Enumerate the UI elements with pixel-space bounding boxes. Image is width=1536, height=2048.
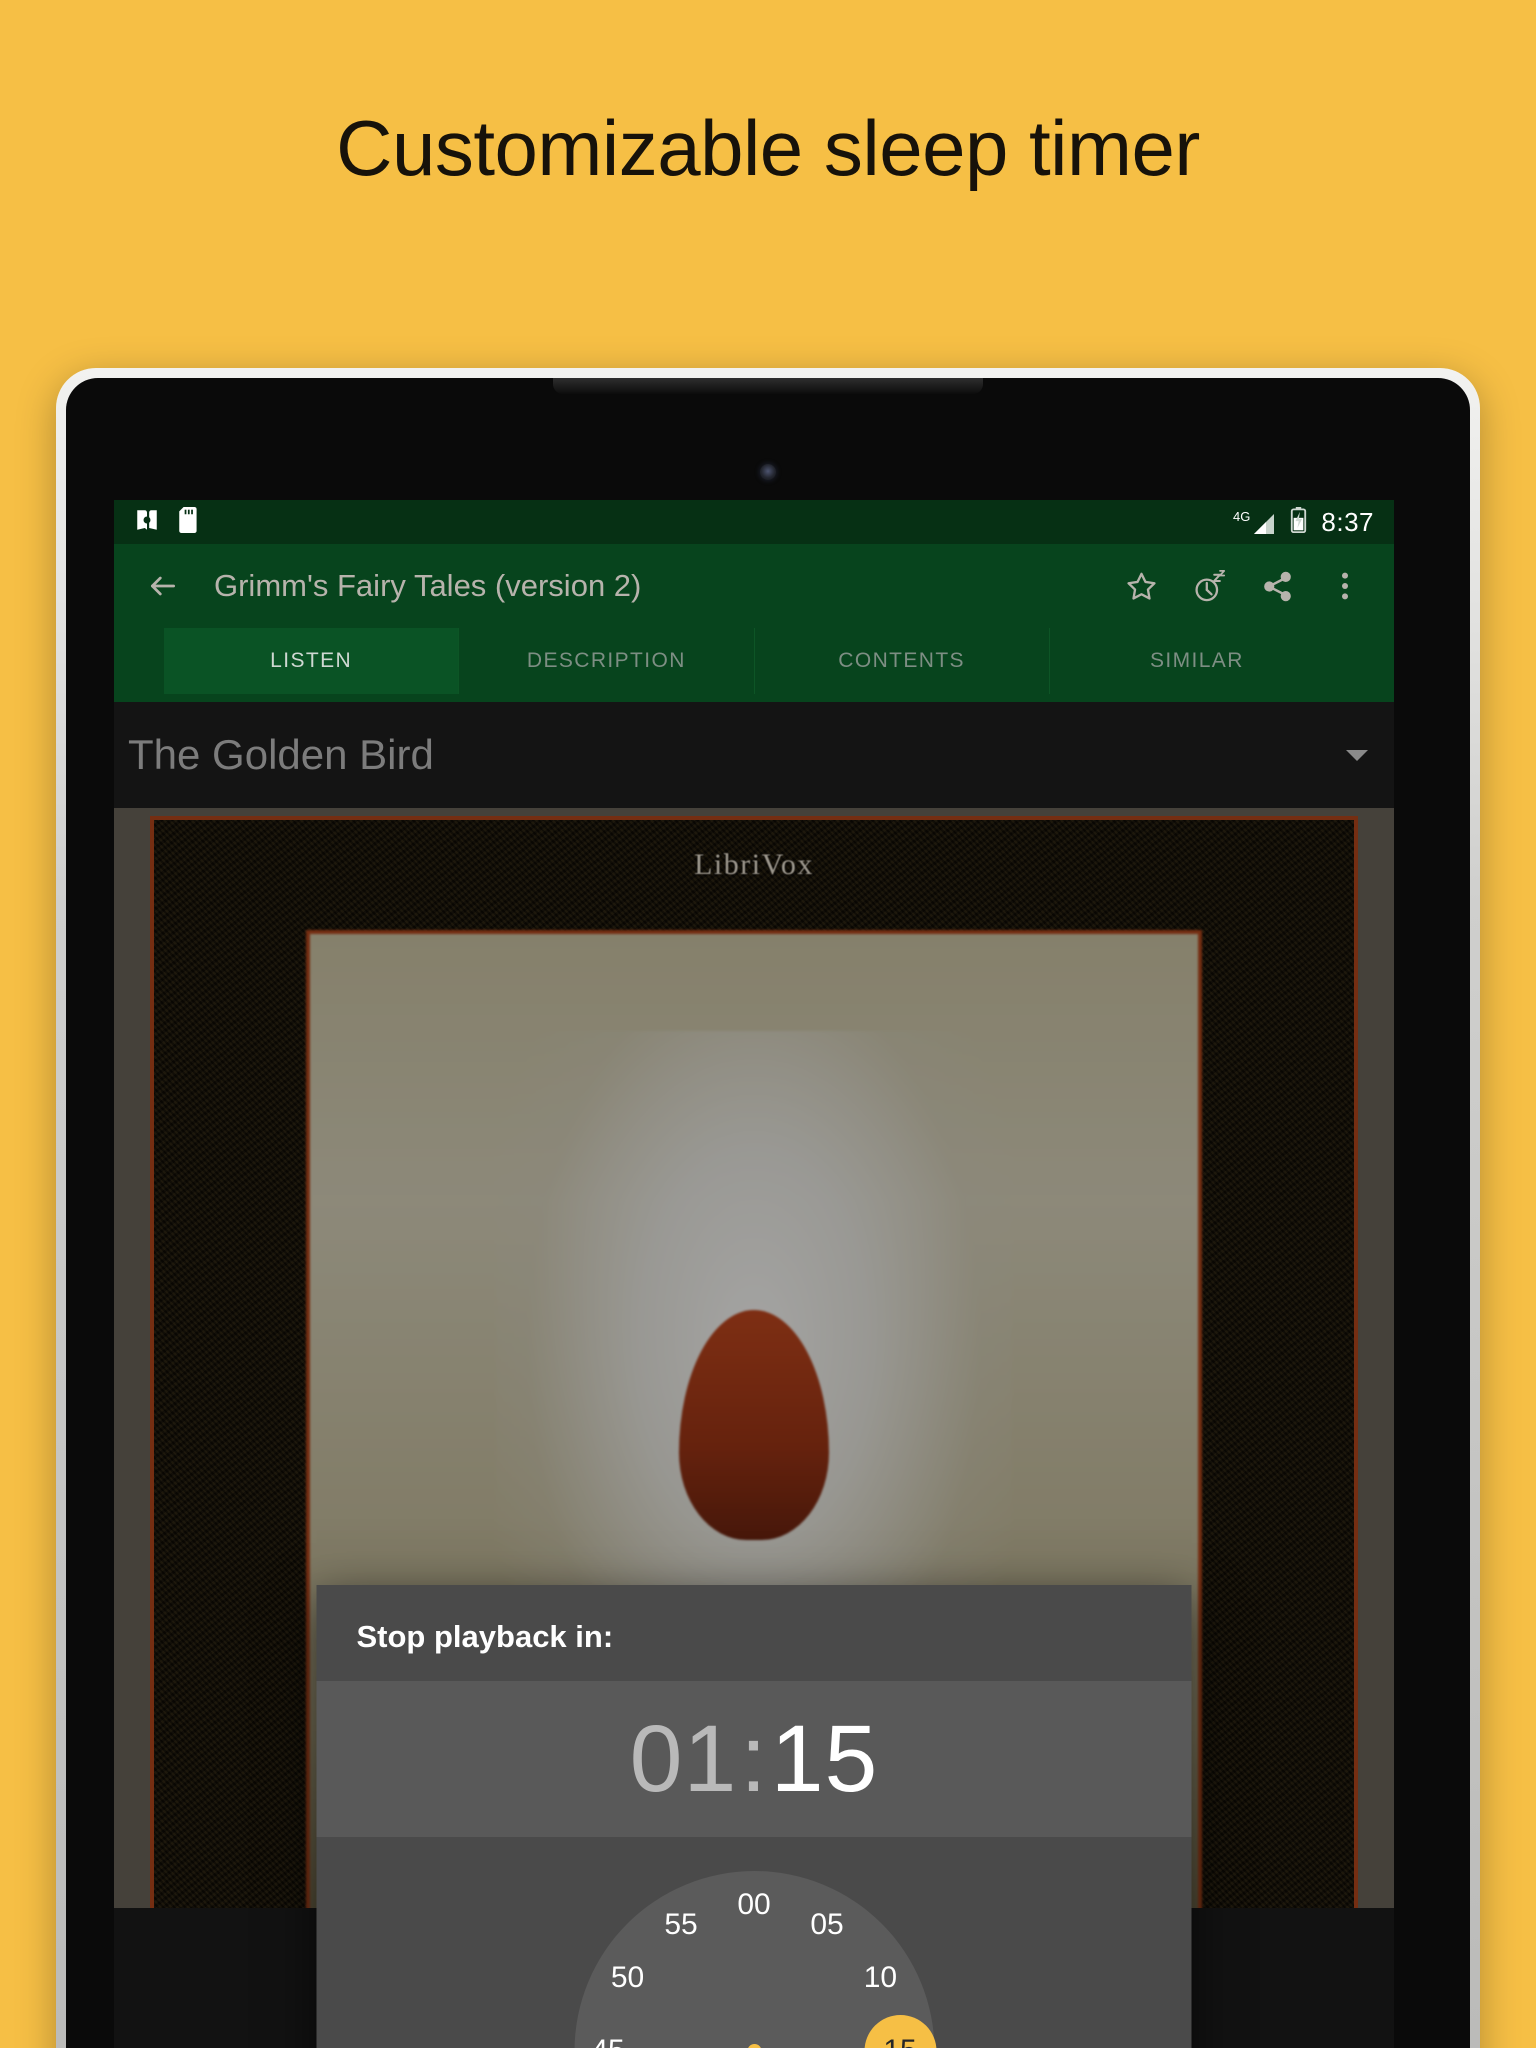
chapter-selector[interactable]: The Golden Bird xyxy=(114,702,1394,808)
speaker-slot-icon xyxy=(553,378,983,394)
device-bezel-inner: 4G 8:37 Grimm's Fairy Tales (version 2) … xyxy=(66,378,1470,2048)
sleep-timer-dialog: Stop playback in: 01 : 15 00051015202530… xyxy=(316,1585,1192,2048)
time-minutes-field[interactable]: 15 xyxy=(771,1711,879,1807)
tab-label: LISTEN xyxy=(270,649,353,672)
chapter-title: The Golden Bird xyxy=(128,731,434,778)
app-toolbar: Grimm's Fairy Tales (version 2) xyxy=(114,544,1394,628)
clock-number-55[interactable]: 55 xyxy=(649,1905,713,1945)
time-separator: : xyxy=(740,1705,768,1812)
tab-bar-spacer xyxy=(114,694,1394,702)
time-display: 01 : 15 xyxy=(316,1681,1192,1837)
tab-label: CONTENTS xyxy=(838,649,965,672)
front-camera-icon xyxy=(760,464,776,480)
dialog-header: Stop playback in: xyxy=(316,1585,1192,1681)
tablet-device-frame: 4G 8:37 Grimm's Fairy Tales (version 2) … xyxy=(56,368,1480,2048)
network-type-label: 4G xyxy=(1233,508,1251,524)
time-value: 01 : 15 xyxy=(630,1705,879,1812)
favorite-icon[interactable] xyxy=(1110,555,1172,617)
tab-label: DESCRIPTION xyxy=(526,649,686,672)
status-bar: 4G 8:37 xyxy=(114,500,1394,544)
tab-description[interactable]: DESCRIPTION xyxy=(459,628,755,694)
sd-card-icon xyxy=(178,506,200,538)
tab-label: SIMILAR xyxy=(1149,649,1244,672)
tab-listen[interactable]: LISTEN xyxy=(164,628,460,694)
clock-number-10[interactable]: 10 xyxy=(848,1958,912,1998)
clock-face[interactable]: 000510152025303540455055 xyxy=(574,1871,936,2048)
dialog-title: Stop playback in: xyxy=(356,1619,614,1654)
battery-charging-icon xyxy=(1290,506,1307,538)
tab-bar: LISTEN DESCRIPTION CONTENTS SIMILAR xyxy=(114,628,1394,694)
clock-number-05[interactable]: 05 xyxy=(795,1905,859,1945)
clock-number-15[interactable]: 15 xyxy=(868,2031,932,2048)
tab-similar[interactable]: SIMILAR xyxy=(1050,628,1344,694)
audiobook-icon xyxy=(134,507,160,538)
status-bar-left-icons xyxy=(134,506,200,538)
page-title: Grimm's Fairy Tales (version 2) xyxy=(214,568,642,603)
signal-strength-icon: 4G xyxy=(1233,510,1276,535)
promo-headline: Customizable sleep timer xyxy=(336,104,1200,192)
android-screen: 4G 8:37 Grimm's Fairy Tales (version 2) … xyxy=(114,500,1394,2048)
clock-number-50[interactable]: 50 xyxy=(596,1958,660,1998)
overflow-menu-icon[interactable] xyxy=(1314,555,1376,617)
arrow-back-icon[interactable] xyxy=(132,555,194,617)
clock-picker-zone: 000510152025303540455055 xyxy=(316,1837,1192,2048)
clock-number-00[interactable]: 00 xyxy=(722,1885,786,1925)
chevron-down-icon[interactable] xyxy=(1346,749,1368,761)
sleep-timer-icon[interactable] xyxy=(1178,555,1240,617)
clock-center-dot xyxy=(747,2044,761,2048)
share-icon[interactable] xyxy=(1246,555,1308,617)
status-bar-right-icons: 4G 8:37 xyxy=(1233,506,1374,538)
status-bar-clock: 8:37 xyxy=(1321,506,1374,537)
tab-contents[interactable]: CONTENTS xyxy=(755,628,1050,694)
clock-number-45[interactable]: 45 xyxy=(576,2031,640,2048)
time-hours-field[interactable]: 01 xyxy=(630,1711,738,1807)
